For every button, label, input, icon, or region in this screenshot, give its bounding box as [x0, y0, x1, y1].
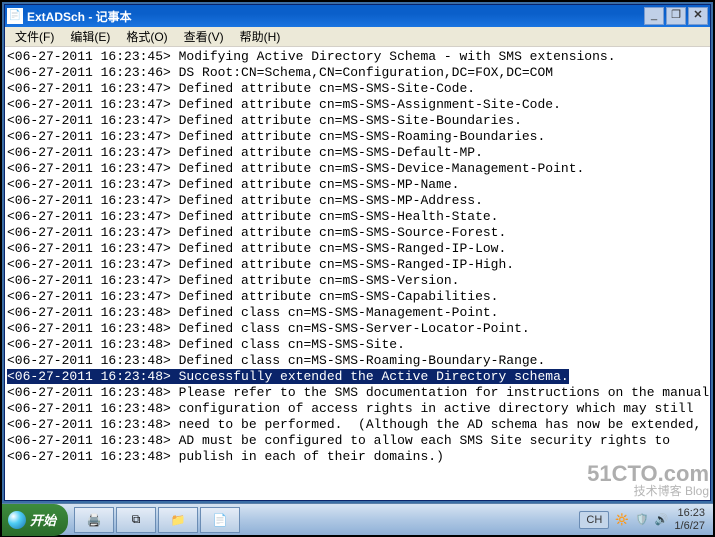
taskbar-items: 🖨️ ⧉ 📁 📄 [68, 507, 246, 533]
log-line: <06-27-2011 16:23:47> Defined attribute … [7, 97, 708, 113]
tray-icon[interactable]: 🔊 [655, 513, 669, 526]
tray-icon[interactable]: 🛡️ [635, 513, 649, 526]
log-line: <06-27-2011 16:23:47> Defined attribute … [7, 177, 708, 193]
taskbar: 开始 🖨️ ⧉ 📁 📄 CH 🔆 🛡️ 🔊 16:23 1/6/27 [2, 503, 713, 535]
clock[interactable]: 16:23 1/6/27 [674, 507, 705, 531]
titlebar[interactable]: 📄 ExtADSch - 记事本 _ ❐ ✕ [5, 5, 710, 27]
log-line: <06-27-2011 16:23:45> Modifying Active D… [7, 49, 708, 65]
log-line: <06-27-2011 16:23:48> Defined class cn=M… [7, 353, 708, 369]
log-line: <06-27-2011 16:23:47> Defined attribute … [7, 129, 708, 145]
log-line: <06-27-2011 16:23:48> Defined class cn=M… [7, 321, 708, 337]
clock-date: 1/6/27 [674, 520, 705, 532]
system-tray: CH 🔆 🛡️ 🔊 16:23 1/6/27 [579, 507, 713, 531]
log-line: <06-27-2011 16:23:48> AD must be configu… [7, 433, 708, 449]
log-line: <06-27-2011 16:23:47> Defined attribute … [7, 145, 708, 161]
log-line: <06-27-2011 16:23:48> Defined class cn=M… [7, 305, 708, 321]
log-line: <06-27-2011 16:23:47> Defined attribute … [7, 113, 708, 129]
menu-format[interactable]: 格式(O) [120, 26, 173, 47]
taskbar-item-shell[interactable]: ⧉ [116, 507, 156, 533]
menu-view[interactable]: 查看(V) [178, 26, 230, 47]
close-button[interactable]: ✕ [688, 7, 708, 25]
log-line: <06-27-2011 16:23:48> configuration of a… [7, 401, 708, 417]
notepad-window: 📄 ExtADSch - 记事本 _ ❐ ✕ 文件(F) 编辑(E) 格式(O)… [4, 4, 711, 501]
log-line: <06-27-2011 16:23:47> Defined attribute … [7, 273, 708, 289]
taskbar-item-explorer[interactable]: 📁 [158, 507, 198, 533]
menu-edit[interactable]: 编辑(E) [64, 26, 116, 47]
window-title: ExtADSch - 记事本 [27, 8, 644, 25]
text-area[interactable]: <06-27-2011 16:23:45> Modifying Active D… [5, 47, 710, 500]
log-line-highlighted: <06-27-2011 16:23:48> Successfully exten… [7, 369, 708, 385]
clock-time: 16:23 [674, 507, 705, 519]
log-line: <06-27-2011 16:23:47> Defined attribute … [7, 241, 708, 257]
taskbar-item-notepad[interactable]: 📄 [200, 507, 240, 533]
log-line: <06-27-2011 16:23:47> Defined attribute … [7, 161, 708, 177]
log-line: <06-27-2011 16:23:47> Defined attribute … [7, 257, 708, 273]
log-line: <06-27-2011 16:23:47> Defined attribute … [7, 289, 708, 305]
language-indicator[interactable]: CH [579, 511, 609, 529]
minimize-button[interactable]: _ [644, 7, 664, 25]
menubar: 文件(F) 编辑(E) 格式(O) 查看(V) 帮助(H) [5, 27, 710, 47]
log-line: <06-27-2011 16:23:48> Defined class cn=M… [7, 337, 708, 353]
maximize-button[interactable]: ❐ [666, 7, 686, 25]
taskbar-item-print[interactable]: 🖨️ [74, 507, 114, 533]
log-line: <06-27-2011 16:23:46> DS Root:CN=Schema,… [7, 65, 708, 81]
start-label: 开始 [30, 510, 56, 529]
log-line: <06-27-2011 16:23:48> publish in each of… [7, 449, 708, 465]
log-line: <06-27-2011 16:23:48> Please refer to th… [7, 385, 708, 401]
windows-orb-icon [8, 511, 26, 529]
menu-help[interactable]: 帮助(H) [234, 26, 287, 47]
log-line: <06-27-2011 16:23:47> Defined attribute … [7, 225, 708, 241]
window-controls: _ ❐ ✕ [644, 7, 708, 25]
log-line: <06-27-2011 16:23:47> Defined attribute … [7, 193, 708, 209]
log-line: <06-27-2011 16:23:48> need to be perform… [7, 417, 708, 433]
start-button[interactable]: 开始 [2, 504, 68, 536]
tray-icon[interactable]: 🔆 [615, 513, 629, 526]
log-line: <06-27-2011 16:23:47> Defined attribute … [7, 81, 708, 97]
app-icon: 📄 [7, 8, 23, 24]
log-line: <06-27-2011 16:23:47> Defined attribute … [7, 209, 708, 225]
menu-file[interactable]: 文件(F) [9, 26, 60, 47]
